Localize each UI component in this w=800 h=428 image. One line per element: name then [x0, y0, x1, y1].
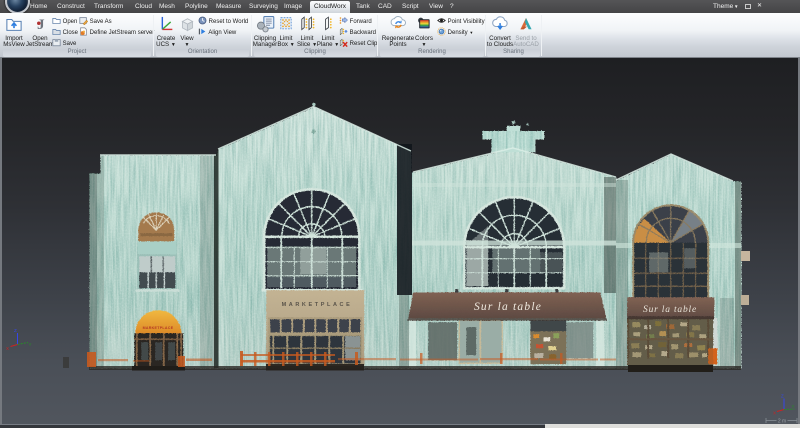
svg-text:X: X	[6, 346, 9, 351]
svg-text:Sur la table: Sur la table	[474, 301, 542, 313]
svg-text:MARKETPLACE: MARKETPLACE	[143, 326, 174, 330]
svg-text:Y: Y	[792, 404, 795, 409]
svg-text:Z: Z	[781, 394, 784, 399]
svg-text:MARKETPLACE: MARKETPLACE	[282, 302, 353, 308]
svg-text:Sur la table: Sur la table	[643, 305, 697, 315]
svg-text:Y: Y	[29, 342, 32, 347]
svg-text:X: X	[773, 411, 776, 416]
svg-text:Z: Z	[14, 328, 17, 333]
